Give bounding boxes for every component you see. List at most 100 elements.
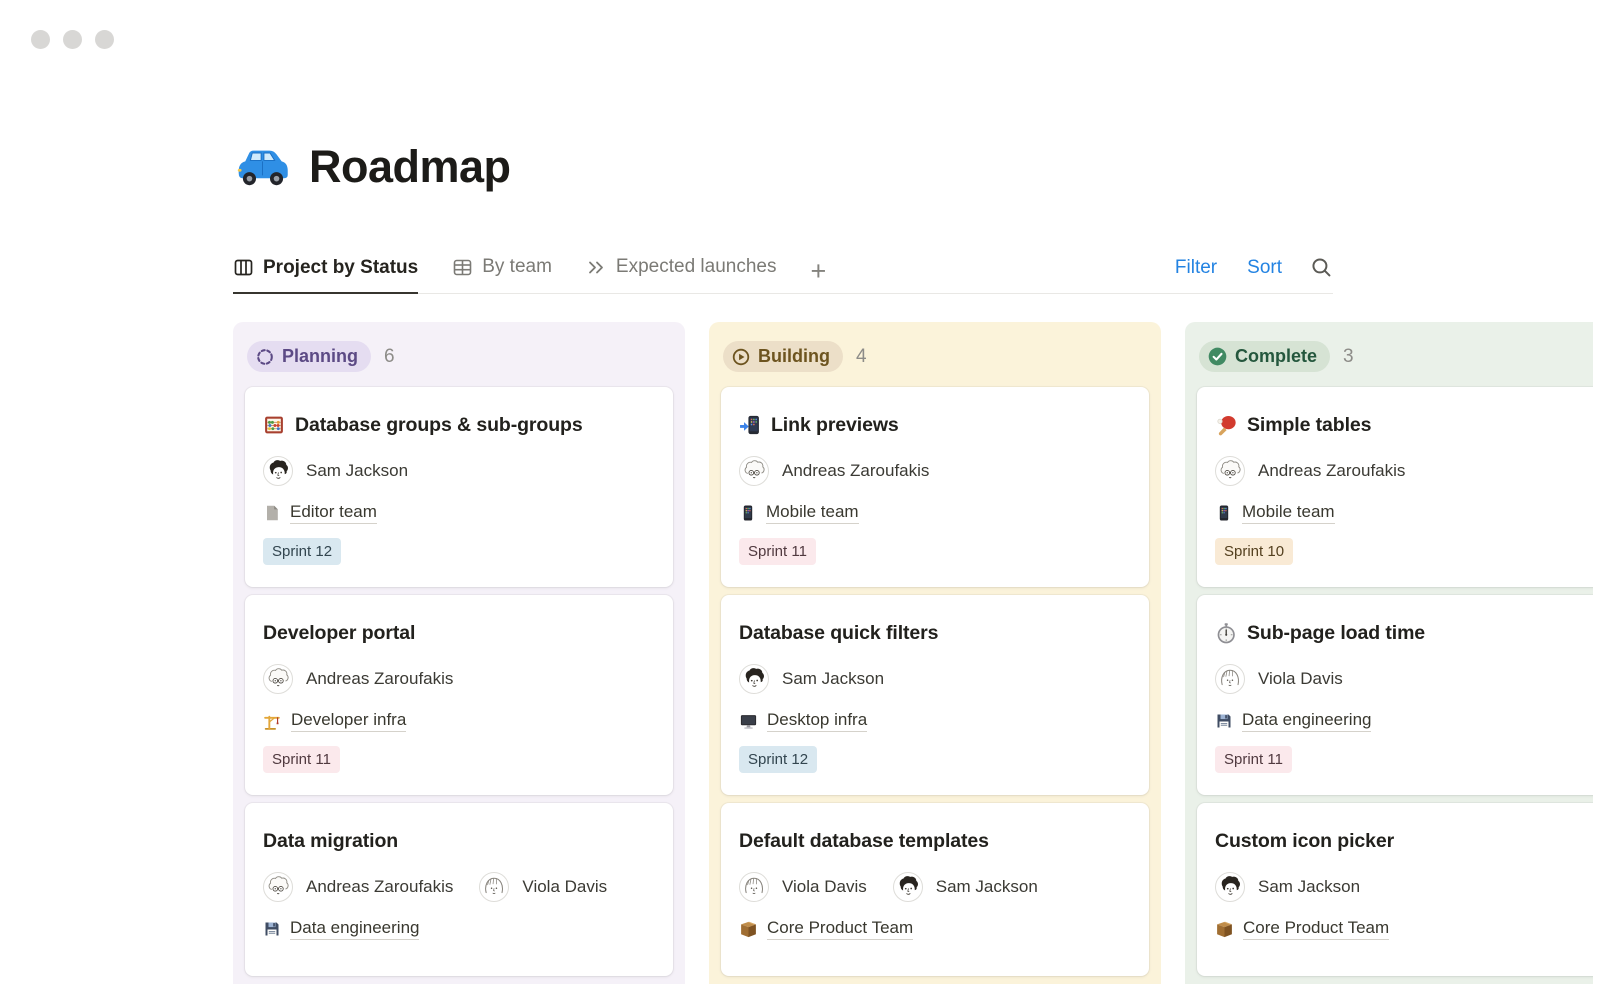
project-card[interactable]: Database groups & sub-groups Sam Jackson… — [245, 387, 673, 587]
andreas-avatar — [263, 872, 293, 902]
abacus-emoji-icon — [263, 414, 285, 436]
kanban-board: Planning 6 Database groups & sub-groups … — [233, 322, 1593, 984]
assignee-list: Sam Jackson — [1215, 872, 1593, 902]
card-title: Developer portal — [263, 622, 415, 645]
assignee: Viola Davis — [739, 872, 867, 902]
car-emoji-icon — [235, 144, 291, 190]
card-title: Sub-page load time — [1247, 622, 1425, 645]
card-title: Database groups & sub-groups — [295, 414, 583, 437]
assignee-name: Andreas Zaroufakis — [306, 669, 453, 689]
team-link[interactable]: Core Product Team — [739, 918, 913, 940]
viola-avatar — [739, 872, 769, 902]
assignee-name: Sam Jackson — [306, 461, 408, 481]
status-label: Building — [758, 346, 830, 367]
play-circle-icon — [731, 347, 751, 367]
team-link[interactable]: Mobile team — [1215, 502, 1335, 524]
assignee-list: Andreas Zaroufakis — [739, 456, 1131, 486]
card-title: Custom icon picker — [1215, 830, 1394, 853]
filter-button[interactable]: Filter — [1175, 257, 1217, 279]
assignee: Sam Jackson — [1215, 872, 1360, 902]
assignee-list: Sam Jackson — [739, 664, 1131, 694]
crane-emoji-icon — [263, 712, 282, 731]
sam-avatar — [739, 664, 769, 694]
team-link[interactable]: Data engineering — [263, 918, 419, 940]
sam-avatar — [893, 872, 923, 902]
assignee-name: Andreas Zaroufakis — [782, 461, 929, 481]
mobile-emoji-icon — [1215, 504, 1233, 522]
andreas-avatar — [1215, 456, 1245, 486]
assignee-list: Andreas Zaroufakis — [1215, 456, 1593, 486]
tab-project-by-status[interactable]: Project by Status — [233, 257, 418, 295]
project-card[interactable]: Simple tables Andreas Zaroufakis Mobile … — [1197, 387, 1593, 587]
assignee-name: Viola Davis — [1258, 669, 1343, 689]
double-chevron-icon — [586, 257, 607, 278]
team-label: Developer infra — [291, 710, 406, 732]
project-card[interactable]: Default database templates Viola Davis S… — [721, 803, 1149, 976]
project-card[interactable]: Data migration Andreas Zaroufakis Viola … — [245, 803, 673, 976]
card-title: Default database templates — [739, 830, 989, 853]
team-link[interactable]: Editor team — [263, 502, 377, 524]
box-emoji-icon — [739, 920, 758, 939]
card-title: Data migration — [263, 830, 398, 853]
assignee-list: Sam Jackson — [263, 456, 655, 486]
assignee: Viola Davis — [479, 872, 607, 902]
window-controls — [31, 30, 114, 49]
assignee-list: Viola Davis Sam Jackson — [739, 872, 1131, 902]
assignee: Sam Jackson — [739, 664, 884, 694]
project-card[interactable]: Sub-page load time Viola Davis Data engi… — [1197, 595, 1593, 795]
team-link[interactable]: Core Product Team — [1215, 918, 1389, 940]
project-card[interactable]: Developer portal Andreas Zaroufakis Deve… — [245, 595, 673, 795]
team-label: Core Product Team — [1243, 918, 1389, 940]
search-icon[interactable] — [1310, 256, 1333, 279]
team-link[interactable]: Mobile team — [739, 502, 859, 524]
page-title: Roadmap — [309, 140, 511, 194]
page-title-row: Roadmap — [235, 140, 1593, 194]
board-column-complete: Complete 3 Simple tables Andreas Zaroufa… — [1185, 322, 1593, 984]
viola-avatar — [479, 872, 509, 902]
status-label: Complete — [1235, 346, 1317, 367]
view-tabs: Project by Status By team Expected launc… — [233, 256, 828, 293]
check-circle-icon — [1207, 346, 1228, 367]
toolbar-actions: Filter Sort — [1175, 256, 1333, 293]
team-link[interactable]: Developer infra — [263, 710, 406, 732]
project-card[interactable]: Custom icon picker Sam Jackson Core Prod… — [1197, 803, 1593, 976]
tab-by-team[interactable]: By team — [452, 256, 552, 293]
assignee: Viola Davis — [1215, 664, 1343, 694]
status-pill[interactable]: Complete — [1199, 341, 1330, 372]
team-label: Data engineering — [1242, 710, 1371, 732]
sprint-tag: Sprint 11 — [1215, 746, 1292, 773]
window-control-dot[interactable] — [31, 30, 50, 49]
table-view-icon — [452, 257, 473, 278]
sprint-tag: Sprint 10 — [1215, 538, 1293, 565]
floppy-emoji-icon — [263, 920, 281, 938]
assignee: Andreas Zaroufakis — [739, 456, 929, 486]
viola-avatar — [1215, 664, 1245, 694]
sort-button[interactable]: Sort — [1247, 257, 1282, 279]
team-link[interactable]: Data engineering — [1215, 710, 1371, 732]
status-pill[interactable]: Building — [723, 341, 843, 372]
team-link[interactable]: Desktop infra — [739, 710, 867, 732]
window-control-dot[interactable] — [95, 30, 114, 49]
view-toolbar: Project by Status By team Expected launc… — [233, 256, 1333, 294]
andreas-avatar — [263, 664, 293, 694]
status-pill[interactable]: Planning — [247, 341, 371, 372]
add-view-button[interactable]: + — [810, 261, 828, 293]
board-column-planning: Planning 6 Database groups & sub-groups … — [233, 322, 685, 984]
assignee-list: Andreas Zaroufakis Viola Davis — [263, 872, 655, 902]
project-card[interactable]: Database quick filters Sam Jackson Deskt… — [721, 595, 1149, 795]
column-count: 6 — [384, 346, 395, 368]
pingpong-emoji-icon — [1215, 414, 1237, 436]
team-label: Mobile team — [766, 502, 859, 524]
tab-expected-launches[interactable]: Expected launches — [586, 256, 777, 293]
team-label: Editor team — [290, 502, 377, 524]
sam-avatar — [263, 456, 293, 486]
window-control-dot[interactable] — [63, 30, 82, 49]
andreas-avatar — [739, 456, 769, 486]
column-header: Complete 3 — [1199, 341, 1593, 372]
assignee-name: Andreas Zaroufakis — [1258, 461, 1405, 481]
assignee-name: Andreas Zaroufakis — [306, 877, 453, 897]
project-card[interactable]: Link previews Andreas Zaroufakis Mobile … — [721, 387, 1149, 587]
page-icon — [263, 504, 281, 522]
card-list: Database groups & sub-groups Sam Jackson… — [245, 387, 673, 976]
sam-avatar — [1215, 872, 1245, 902]
